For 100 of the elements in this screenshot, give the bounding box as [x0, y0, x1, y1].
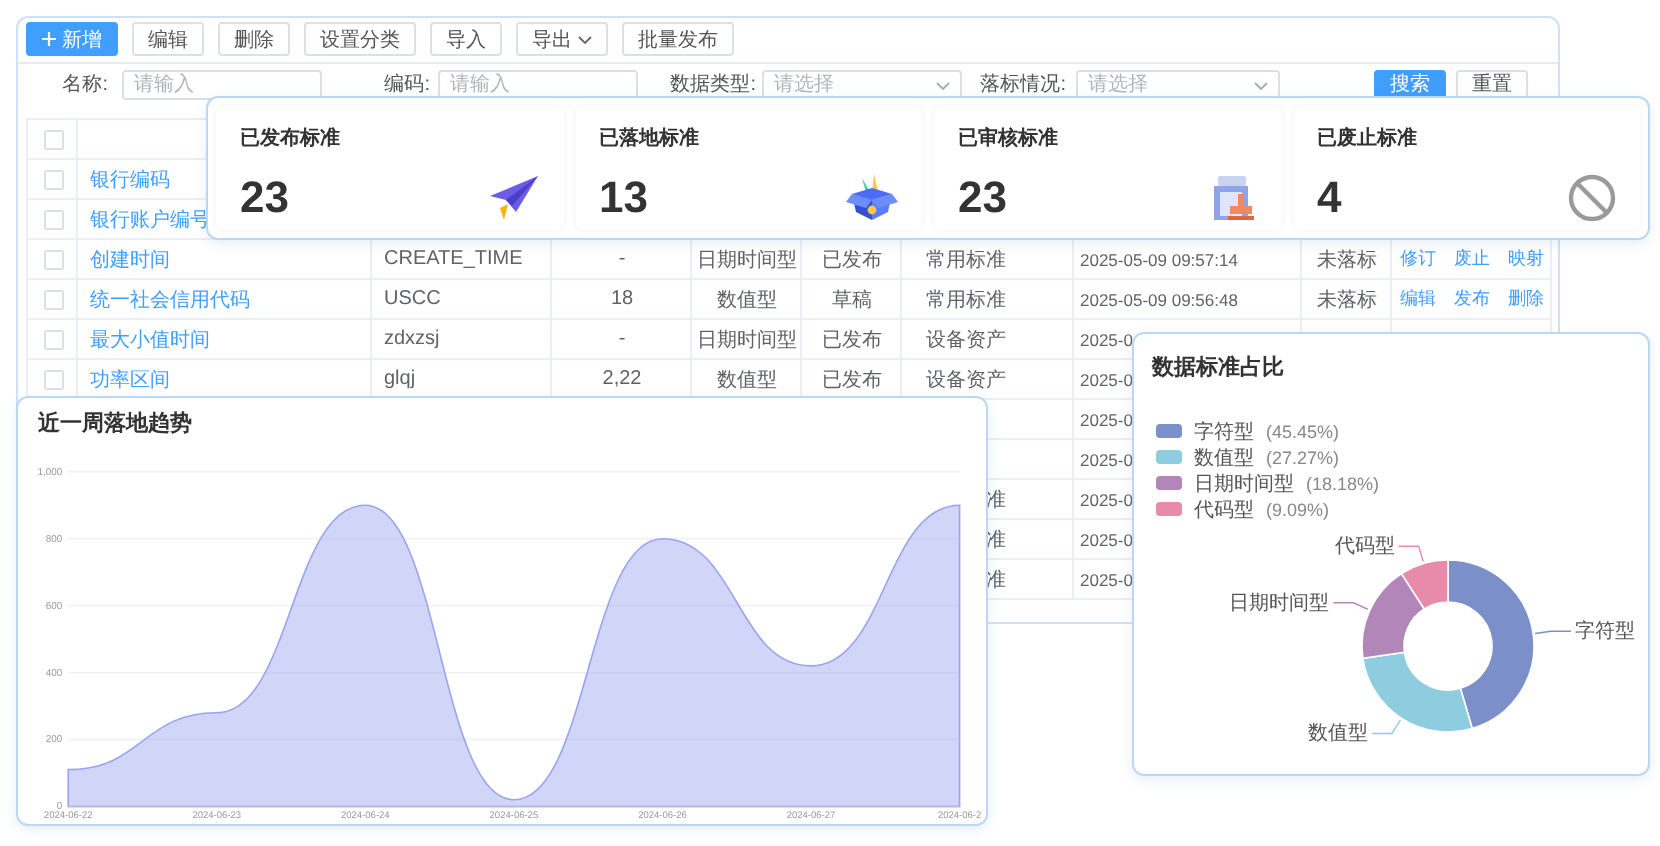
table-cell: 2025-0: [1080, 329, 1133, 349]
action-link[interactable]: 映射: [1508, 246, 1544, 272]
table-cell-text: 未落标: [1317, 247, 1377, 273]
filter-label: 名称:: [60, 72, 108, 98]
action-link[interactable]: 编辑: [1400, 286, 1436, 312]
table-cell-text: 准: [986, 567, 1006, 593]
action-link[interactable]: 发布: [1454, 286, 1490, 312]
toolbar-button[interactable]: 导出: [516, 22, 608, 56]
table-cell: CREATE_TIME: [384, 248, 523, 270]
table-cell: 2025-0: [1080, 569, 1133, 589]
table-cell: -: [618, 328, 626, 350]
stat-value: 23: [958, 172, 1007, 224]
action-link[interactable]: 废止: [1454, 246, 1490, 272]
name-link[interactable]: 银行账户编号: [90, 205, 210, 233]
table-cell: 2025-05-09 09:57:14: [1080, 249, 1238, 269]
table-cell-text: 常用标准: [926, 247, 1006, 273]
stat-value: 13: [599, 172, 648, 224]
stat-label: 已发布标准: [240, 125, 342, 152]
box-icon: [846, 174, 898, 222]
legend-label: 代码型: [1194, 497, 1254, 523]
checkbox[interactable]: [43, 369, 63, 389]
table-cell: -: [618, 248, 626, 270]
table-cell-text: 未落标: [1317, 287, 1377, 313]
name-link[interactable]: 创建时间: [90, 245, 170, 273]
stat-label: 已落地标准: [599, 125, 701, 152]
table-cell: 2025-0: [1080, 449, 1133, 469]
legend-percent: (18.18%): [1306, 473, 1380, 493]
filter-label: 落标情况:: [978, 71, 1066, 98]
leader-line: [1534, 630, 1572, 635]
name-link[interactable]: 统一社会信用代码: [90, 285, 250, 313]
table-cell: 18: [610, 288, 634, 310]
slice-label: 字符型: [1574, 621, 1635, 644]
table-cell: 2025-0: [1080, 529, 1133, 549]
table-cell: 2025-0: [1080, 369, 1133, 389]
reset-button[interactable]: 重置: [1456, 69, 1528, 99]
select-field[interactable]: 请选择: [762, 69, 962, 99]
input-field[interactable]: 请输入: [122, 69, 322, 99]
checkbox[interactable]: [43, 249, 63, 269]
legend-label: 数值型: [1194, 445, 1254, 471]
leader-line: [1371, 719, 1402, 735]
slice-label: 数值型: [1307, 723, 1368, 746]
table-cell-text: 常用标准: [926, 287, 1006, 313]
input-field[interactable]: 请输入: [438, 69, 638, 99]
table-cell-text: 日期时间型: [697, 247, 797, 273]
table-cell-text: 日期时间型: [697, 327, 797, 353]
table-cell-text: 设备资产: [926, 367, 1006, 393]
toolbar-button[interactable]: 导入: [430, 22, 502, 56]
stat-label: 已审核标准: [958, 124, 1060, 152]
table-cell: 2025-0: [1080, 489, 1133, 509]
table-cell-text: 已发布: [822, 367, 882, 393]
plus-icon: [42, 32, 56, 46]
name-link[interactable]: 银行编码: [90, 165, 170, 193]
leader-line: [1398, 545, 1424, 563]
toolbar-button[interactable]: 批量发布: [622, 22, 734, 56]
table-cell: glqj: [384, 368, 416, 390]
table-cell-text: 草稿: [832, 287, 872, 313]
action-link[interactable]: 修订: [1400, 246, 1436, 272]
checkbox[interactable]: [43, 329, 63, 349]
stat-value: 23: [240, 172, 289, 224]
table-cell-text: 已发布: [822, 247, 882, 273]
toolbar-button[interactable]: 新增: [26, 22, 118, 56]
toolbar-button[interactable]: 删除: [218, 22, 290, 56]
chart-title: 数据标准占比: [1149, 353, 1284, 384]
table-cell-text: 数值型: [717, 367, 777, 393]
table-cell: zdxzsj: [384, 328, 440, 350]
chart-title: 近一周落地趋势: [36, 409, 192, 440]
table-cell: USCC: [384, 288, 441, 310]
table-cell-text: 准: [986, 487, 1006, 513]
legend-percent: (9.09%): [1266, 499, 1330, 519]
name-link[interactable]: 功率区间: [90, 365, 170, 393]
name-link[interactable]: 最大小值时间: [90, 325, 210, 353]
slice-label: 代码型: [1334, 536, 1395, 559]
table-cell-text: 设备资产: [926, 327, 1006, 353]
caret-icon: [1254, 81, 1268, 89]
select-field[interactable]: 请选择: [1076, 69, 1280, 99]
table-cell: 2,22: [602, 368, 642, 390]
caret-icon: [578, 35, 592, 43]
legend-percent: (27.27%): [1266, 447, 1340, 467]
table-cell-text: 准: [986, 527, 1006, 553]
filter-label: 编码:: [382, 71, 430, 98]
document-stamp-icon: [1209, 174, 1257, 222]
checkbox[interactable]: [43, 289, 63, 309]
legend-label: 字符型: [1194, 419, 1254, 445]
stat-label: 已废止标准: [1317, 124, 1419, 152]
table-cell-text: 已发布: [822, 327, 882, 353]
legend-label: 日期时间型: [1194, 471, 1294, 497]
checkbox[interactable]: [43, 209, 63, 229]
toolbar-button[interactable]: 设置分类: [304, 22, 416, 56]
table-cell-text: 数值型: [717, 287, 777, 313]
ban-icon: [1568, 174, 1616, 222]
action-link[interactable]: 删除: [1508, 286, 1544, 312]
search-button[interactable]: 搜索: [1374, 69, 1446, 99]
table-cell: 2025-05-09 09:56:48: [1080, 289, 1238, 309]
table-cell: 2025-0: [1080, 409, 1133, 429]
legend-percent: (45.45%): [1266, 421, 1340, 441]
paper-plane-icon: [487, 174, 539, 222]
checkbox[interactable]: [43, 169, 63, 189]
checkbox[interactable]: [43, 129, 63, 149]
toolbar-button[interactable]: 编辑: [132, 22, 204, 56]
leader-line: [1332, 602, 1369, 611]
